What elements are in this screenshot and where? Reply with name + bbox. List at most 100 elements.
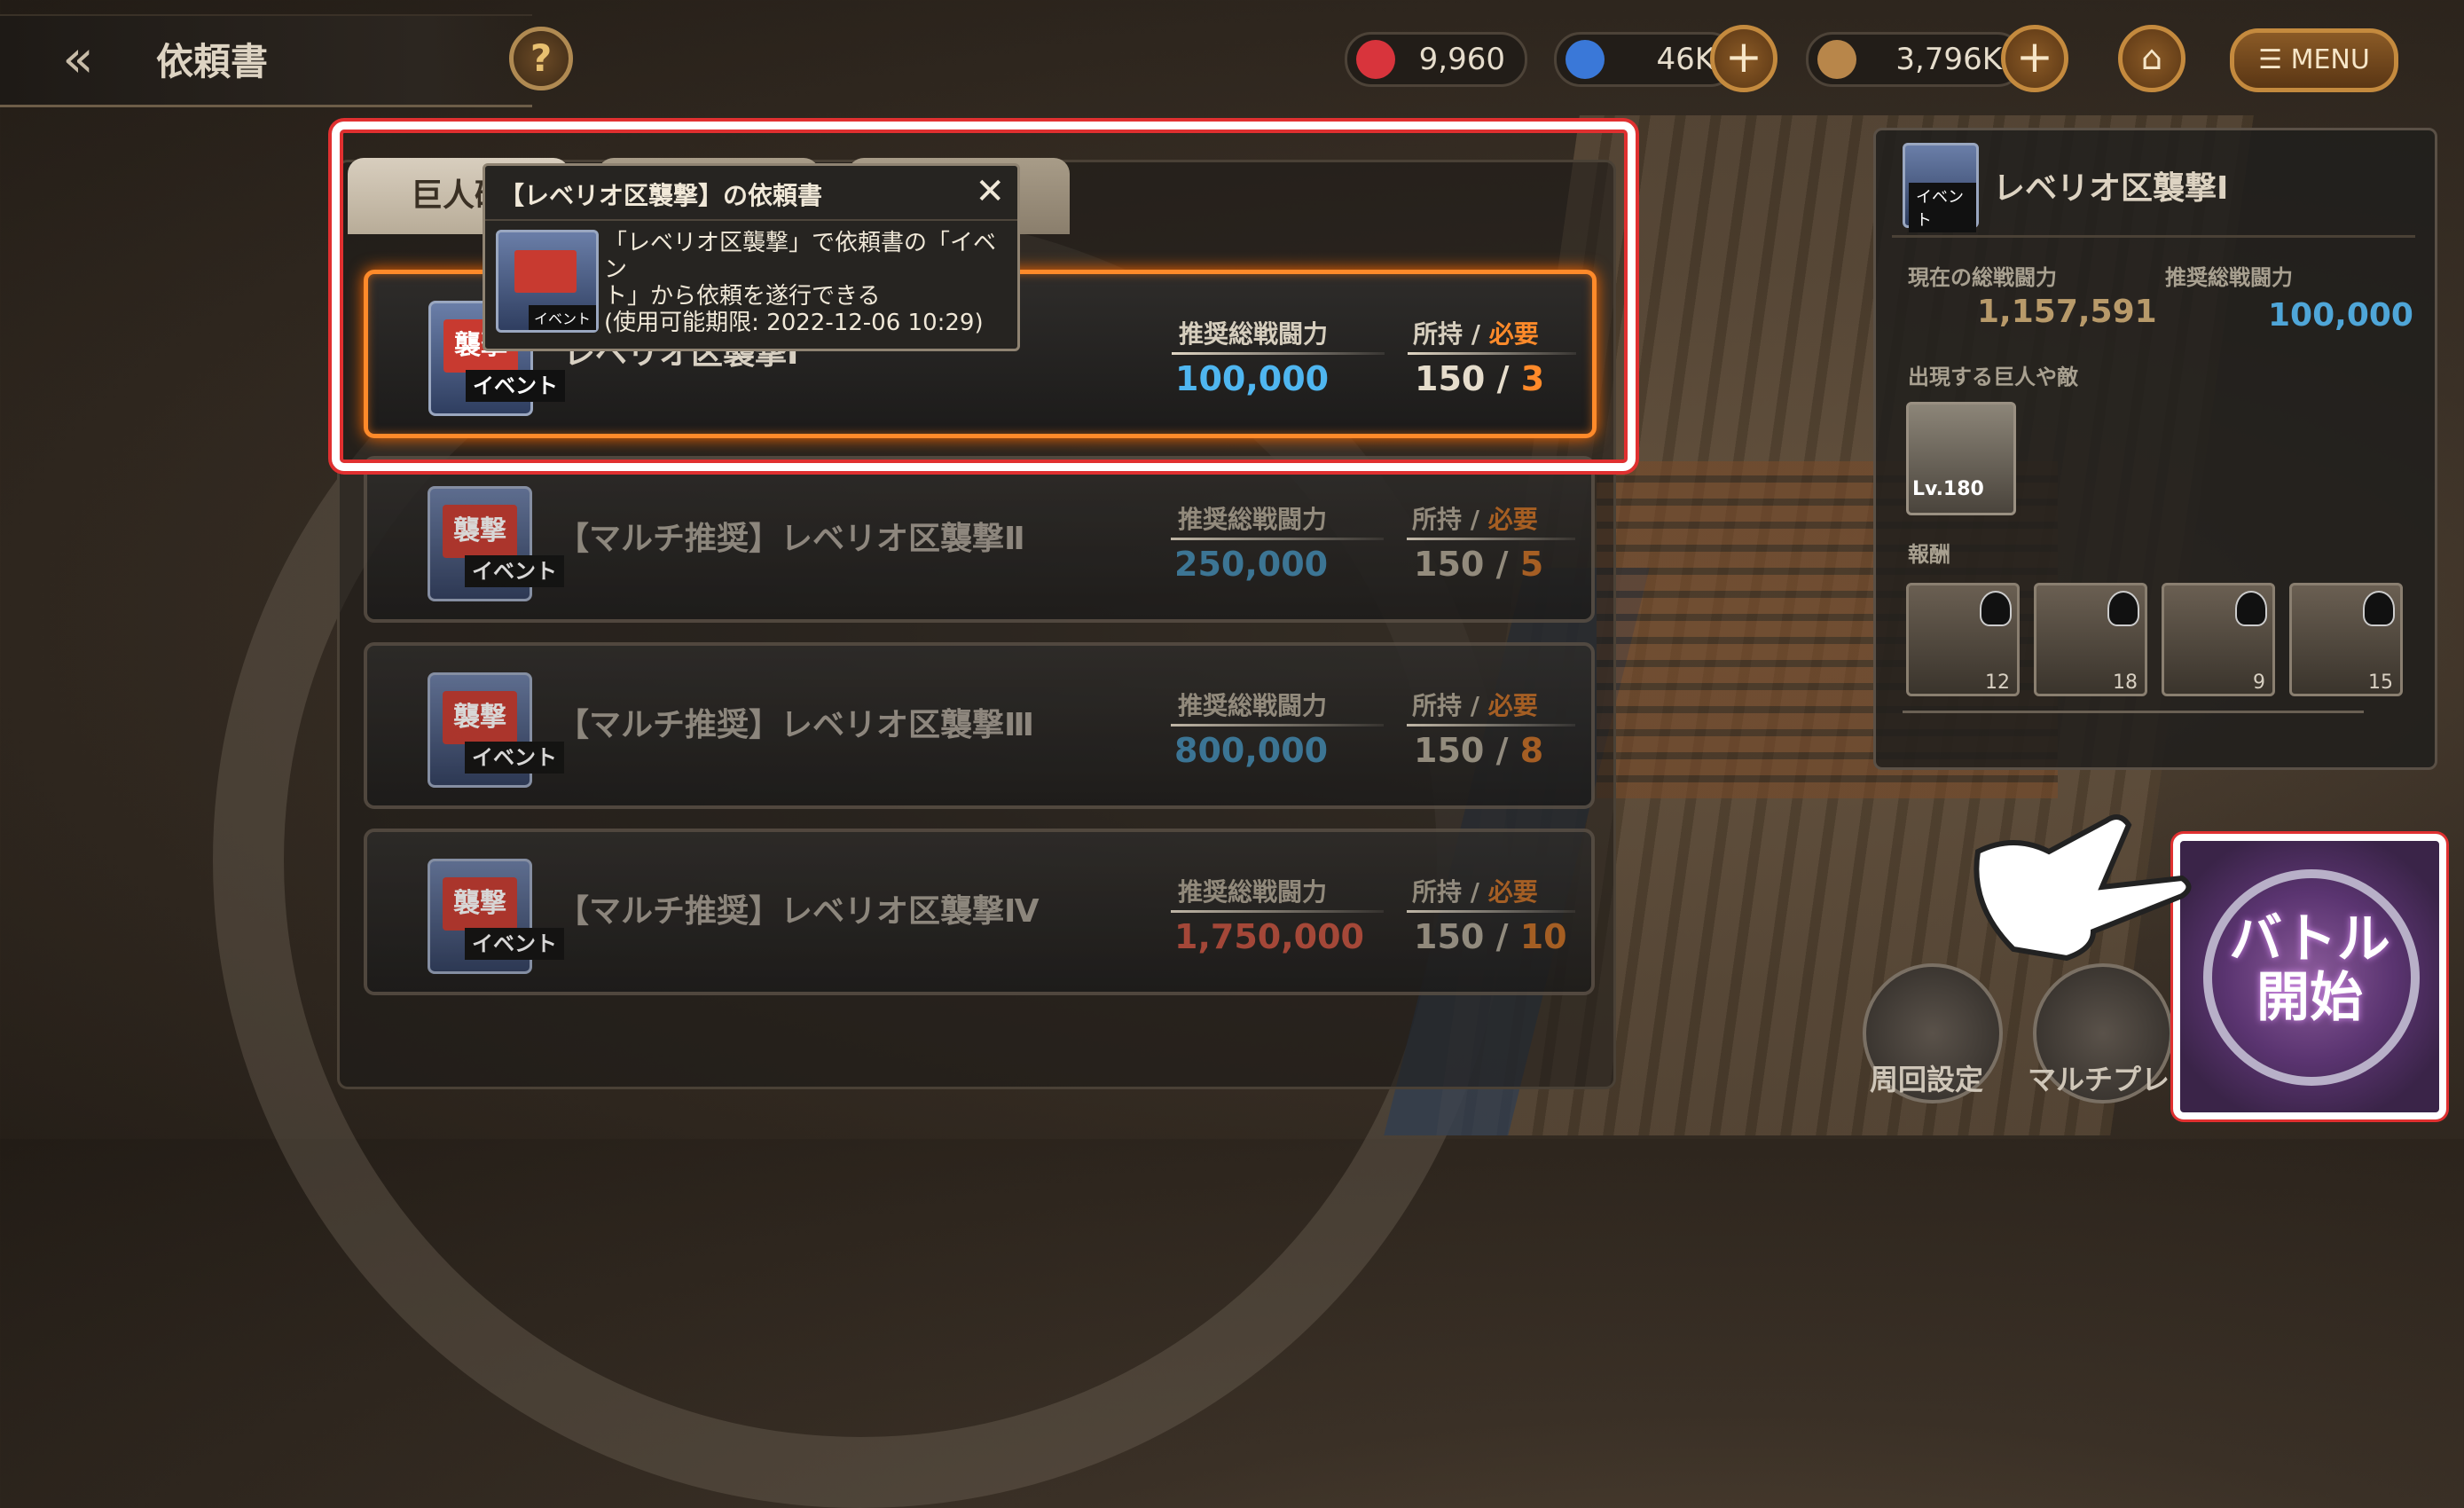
rewards-label: 報酬 [1908,542,1950,567]
add-blue-crystal-button[interactable]: + [1710,25,1777,92]
need-label: 必要 [1487,691,1538,720]
reward-count: 12 [1985,672,2010,694]
home-icon[interactable]: ⌂ [2118,25,2185,92]
skull-icon [2107,591,2139,626]
power-label: 推奨総戦闘力 [1178,691,1328,720]
divider [1171,724,1384,727]
enemy-level: Lv.180 [1912,478,1984,500]
reward-item[interactable]: 9 [2162,583,2275,696]
requirement-separator: / [1470,691,1479,720]
pointing-hand-icon [1974,814,2192,962]
request-title: 【マルチ推奨】レベリオ区襲撃Ⅱ [557,521,1025,557]
back-arrow-icon[interactable]: « [43,27,114,90]
recommended-power-value: 100,000 [2268,297,2413,334]
tooltip-line: ト」から依頼を遂行できる [604,283,881,310]
event-tag: イベント [465,928,564,960]
need-label: 必要 [1487,877,1538,907]
divider [1407,910,1575,913]
badge-emblem: 襲撃 [443,505,517,558]
badge-emblem: 襲撃 [443,877,517,931]
request-detail-panel: イベント レベリオ区襲撃Ⅰ 現在の総戦闘力 1,157,591 推奨総戦闘力 1… [1873,128,2437,770]
currency-coin: 3,796K [1806,32,2024,87]
tooltip-line: (使用可能期限: 2022-12-06 10:29) [604,310,984,336]
reward-item[interactable]: 15 [2289,583,2403,696]
event-tag: イベント [528,305,596,330]
requirement-label: 所持 / 必要 [1412,873,1538,908]
requirement-separator: / [1495,545,1509,584]
current-power-value: 1,157,591 [1977,294,2157,330]
tooltip-title: 【レベリオ区襲撃】の依頼書 [499,181,823,210]
reward-item[interactable]: 12 [1906,583,2020,696]
need-label: 必要 [1487,505,1538,534]
requirement-value: 150 / 10 [1414,917,1567,956]
skull-icon [1980,591,2012,626]
need-count: 10 [1519,917,1567,956]
divider [1407,538,1575,540]
divider [1892,235,2415,238]
item-emblem [514,250,577,293]
request-icon: イベント [1903,143,1979,232]
titan-enemy-icon[interactable]: Lv.180 [1906,402,2016,515]
help-button[interactable]: ? [509,27,573,90]
currency-red-crystal: 9,960 [1345,32,1527,87]
power-value: 250,000 [1174,545,1329,584]
currency-value: 3,796K [1895,42,2002,77]
repeat-settings-label: 周回設定 [1870,1063,1984,1096]
need-count: 5 [1519,545,1544,584]
own-label: 所持 [1412,691,1463,720]
power-label: 推奨総戦闘力 [1178,505,1328,534]
recommended-power-label: 推奨総戦闘力 [2165,265,2293,290]
requirement-separator: / [1470,877,1479,907]
reward-count: 18 [2113,672,2138,694]
skull-icon [2363,591,2395,626]
tooltip-description: 「レベリオ区襲撃」で依頼書の「イベン ト」から依頼を遂行できる (使用可能期限:… [604,230,1003,336]
divider [1171,910,1384,913]
request-title: 【マルチ推奨】レベリオ区襲撃Ⅳ [557,893,1040,930]
enemies-label: 出現する巨人や敵 [1908,365,2078,389]
top-bar: « 依頼書 ? 9,960 46K + 3,796K + ⌂ ☰ MENU [0,0,2464,115]
power-value: 1,750,000 [1174,917,1364,956]
request-item-icon: イベント [496,230,599,333]
tooltip-line: 「レベリオ区襲撃」で依頼書の「イベン [604,230,997,283]
red-crystal-icon [1356,40,1395,79]
detail-title: レベリオ区襲撃Ⅰ [1993,170,2229,207]
skull-icon [2235,591,2267,626]
requirement-value: 150 / 5 [1414,545,1543,584]
reward-item[interactable]: 18 [2034,583,2147,696]
own-count: 150 [1414,731,1485,770]
need-count: 8 [1519,731,1544,770]
requirement-label: 所持 / 必要 [1412,500,1538,536]
request-row[interactable]: 襲撃 イベント 【マルチ推奨】レベリオ区襲撃Ⅲ 推奨総戦闘力 800,000 所… [364,642,1595,809]
close-icon[interactable]: ✕ [975,171,1005,212]
requirement-value: 150 / 8 [1414,731,1543,770]
requirement-separator: / [1495,731,1509,770]
page-title: 依頼書 [156,40,269,83]
battle-start-button[interactable]: バトル 開始 [2173,834,2446,1119]
power-value: 800,000 [1174,731,1329,770]
request-row[interactable]: 襲撃 イベント 【マルチ推奨】レベリオ区襲撃Ⅳ 推奨総戦闘力 1,750,000… [364,829,1595,995]
scrollbar[interactable] [1903,711,2364,713]
battle-label-line: 開始 [2256,967,2363,1029]
blue-crystal-icon [1566,40,1605,79]
event-tag: イベント [1909,183,1976,232]
request-title: 【マルチ推奨】レベリオ区襲撃Ⅲ [557,707,1035,743]
reward-count: 9 [2253,672,2265,694]
divider [1407,724,1575,727]
battle-label-line: バトル [2229,908,2390,970]
requirement-label: 所持 / 必要 [1412,687,1538,722]
event-tag: イベント [465,555,564,587]
item-tooltip: 【レベリオ区襲撃】の依頼書 ✕ イベント 「レベリオ区襲撃」で依頼書の「イベン … [483,163,1020,351]
own-label: 所持 [1412,505,1463,534]
multiplay-label: マルチプレ [2028,1063,2170,1096]
coin-icon [1817,40,1856,79]
request-row[interactable]: 襲撃 イベント 【マルチ推奨】レベリオ区襲撃Ⅱ 推奨総戦闘力 250,000 所… [364,456,1595,623]
own-count: 150 [1414,545,1485,584]
menu-button[interactable]: ☰ MENU [2230,28,2398,92]
own-label: 所持 [1412,877,1463,907]
add-coin-button[interactable]: + [2001,25,2068,92]
badge-emblem: 襲撃 [443,691,517,744]
currency-value: 9,960 [1418,42,1505,77]
power-label: 推奨総戦闘力 [1178,877,1328,907]
current-power-label: 現在の総戦闘力 [1908,265,2057,290]
own-count: 150 [1414,917,1485,956]
